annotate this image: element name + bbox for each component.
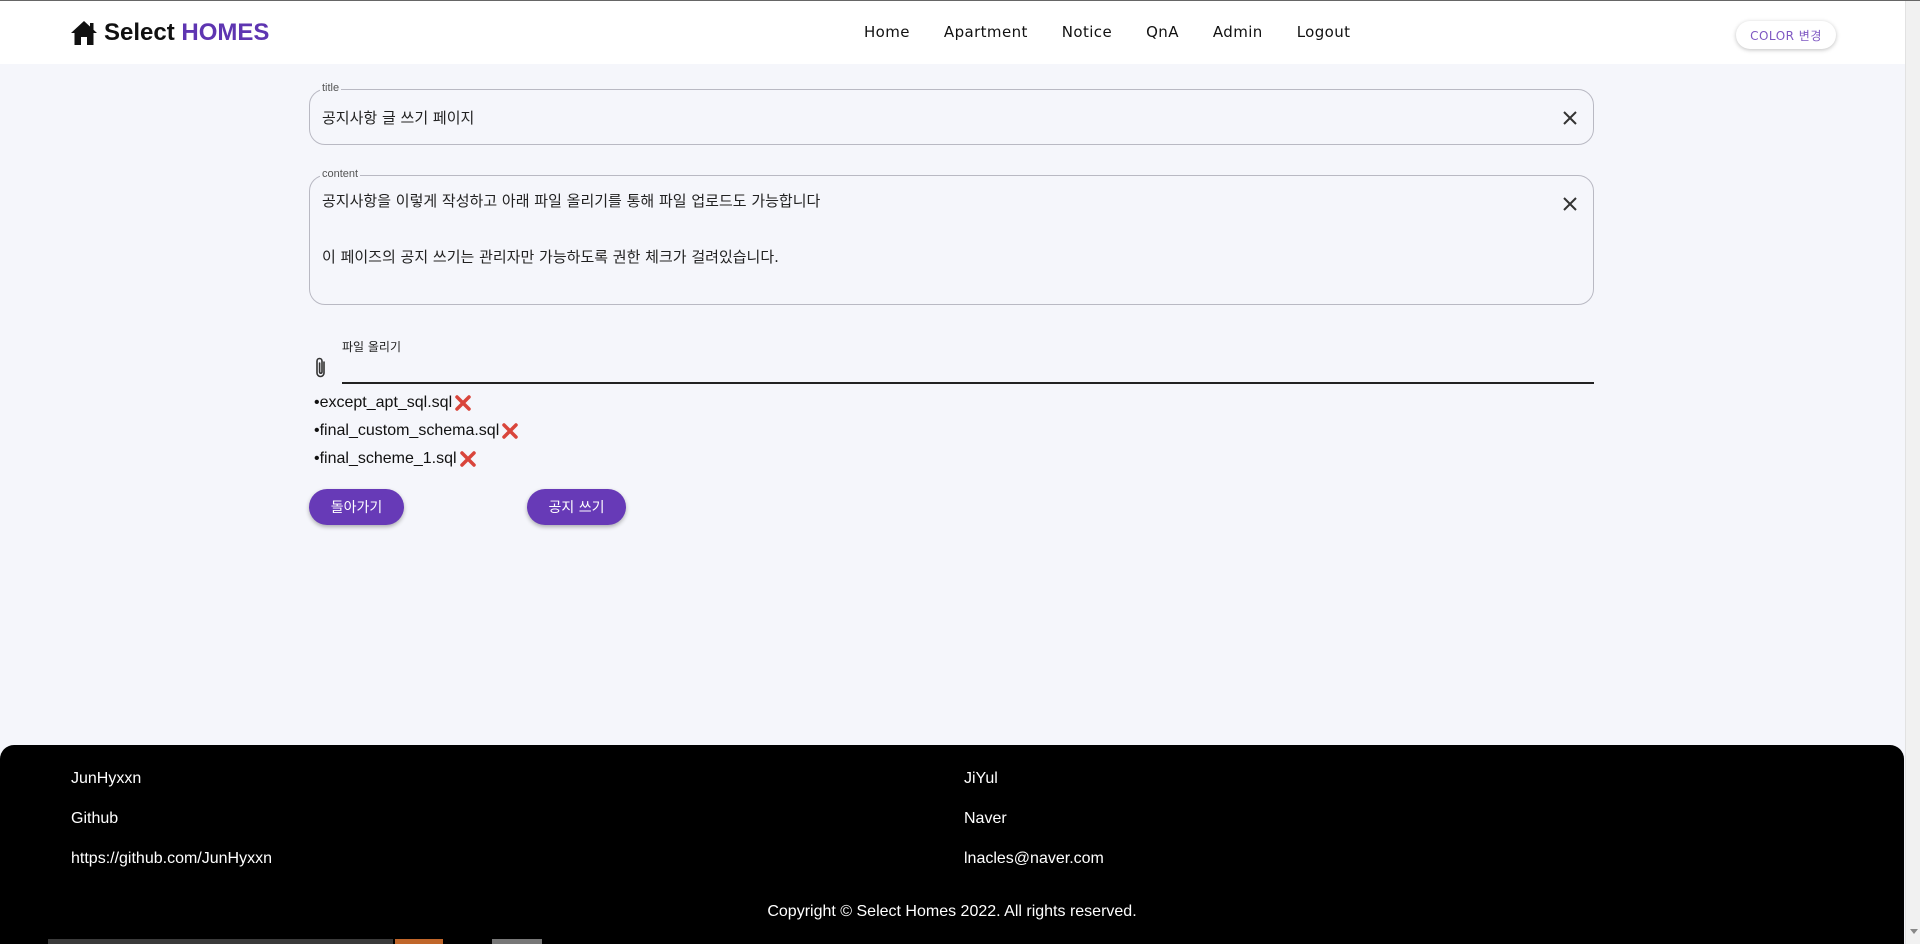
file-name: •except_apt_sql.sql [314, 394, 453, 411]
file-item: •final_scheme_1.sql [314, 450, 477, 468]
nav-logout[interactable]: Logout [1297, 23, 1351, 41]
title-field[interactable]: title 공지사항 글 쓰기 페이지 [309, 82, 1594, 145]
copyright: Copyright © Select Homes 2022. All right… [767, 903, 1137, 920]
footer-author-name: JiYul [964, 770, 998, 787]
paperclip-icon[interactable] [312, 356, 330, 380]
file-name: •final_scheme_1.sql [314, 450, 457, 467]
footer-col-right: JiYul Naver lnacles@naver.com [964, 759, 1104, 879]
brand-accent: HOMES [181, 19, 270, 46]
top-navbar: Select HOMES Home Apartment Notice QnA A… [0, 1, 1905, 64]
file-upload-input[interactable] [342, 382, 1594, 384]
footer-author-name: JunHyxxn [71, 770, 142, 787]
brand-title: Select HOMES [104, 19, 270, 46]
delete-file-icon[interactable] [459, 450, 477, 468]
nav-notice[interactable]: Notice [1062, 23, 1112, 41]
title-field-label: title [320, 82, 342, 94]
nav-qna[interactable]: QnA [1146, 23, 1179, 41]
footer-email-link[interactable]: lnacles@naver.com [964, 839, 1104, 879]
footer-github-label: Github [71, 810, 119, 827]
content-field-label: content [320, 168, 361, 180]
content-line-1[interactable]: 공지사항을 이렇게 작성하고 아래 파일 올리기를 통해 파일 업로드도 가능합… [322, 190, 820, 211]
file-upload-label: 파일 올리기 [342, 340, 402, 354]
back-button[interactable]: 돌아가기 [309, 489, 404, 525]
home-icon [71, 21, 97, 45]
clear-title-icon[interactable] [1560, 108, 1580, 128]
nav-home[interactable]: Home [864, 23, 910, 41]
taskbar-strip [48, 939, 393, 944]
footer-naver-label: Naver [964, 810, 1007, 827]
nav-links: Home Apartment Notice QnA Admin Logout [864, 23, 1384, 41]
clear-content-icon[interactable] [1560, 194, 1580, 214]
brand-logo[interactable]: Select HOMES [70, 19, 269, 47]
content-field[interactable]: content 공지사항을 이렇게 작성하고 아래 파일 올리기를 통해 파일 … [309, 168, 1594, 305]
content-line-2[interactable]: 이 페이즈의 공지 쓰기는 관리자만 가능하도록 권한 체크가 걸려있습니다. [322, 246, 779, 267]
file-item: •except_apt_sql.sql [314, 394, 472, 412]
footer-col-left: JunHyxxn Github https://github.com/JunHy… [71, 759, 272, 879]
delete-file-icon[interactable] [454, 394, 472, 412]
submit-notice-button[interactable]: 공지 쓰기 [527, 489, 626, 525]
taskbar-strip-end [492, 939, 542, 944]
footer: JunHyxxn Github https://github.com/JunHy… [0, 745, 1904, 944]
page-scrollbar[interactable] [1905, 1, 1920, 944]
delete-file-icon[interactable] [501, 422, 519, 440]
nav-admin[interactable]: Admin [1213, 23, 1263, 41]
footer-github-link[interactable]: https://github.com/JunHyxxn [71, 839, 272, 879]
file-name: •final_custom_schema.sql [314, 422, 500, 439]
title-input[interactable]: 공지사항 글 쓰기 페이지 [322, 107, 474, 128]
taskbar-strip-accent [395, 939, 443, 944]
color-change-button[interactable]: COLOR 변경 [1736, 21, 1836, 49]
nav-apartment[interactable]: Apartment [944, 23, 1028, 41]
scroll-down-icon[interactable] [1910, 929, 1918, 934]
file-item: •final_custom_schema.sql [314, 422, 519, 440]
